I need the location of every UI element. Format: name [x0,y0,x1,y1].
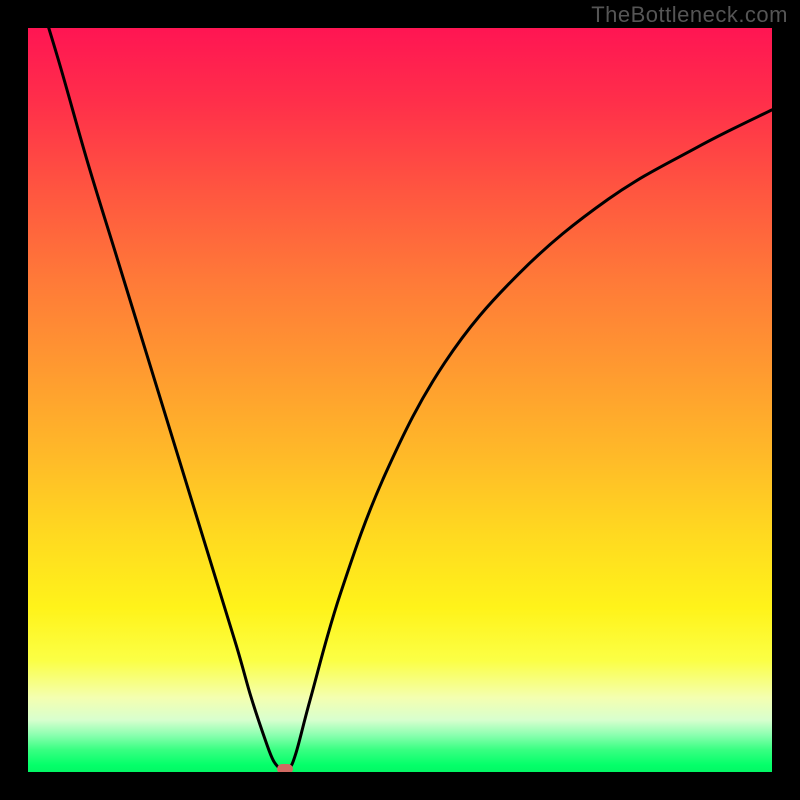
watermark-text: TheBottleneck.com [591,2,788,28]
minimum-marker [277,764,293,772]
bottleneck-curve [28,28,772,772]
plot-area [28,28,772,772]
chart-frame: TheBottleneck.com [0,0,800,800]
